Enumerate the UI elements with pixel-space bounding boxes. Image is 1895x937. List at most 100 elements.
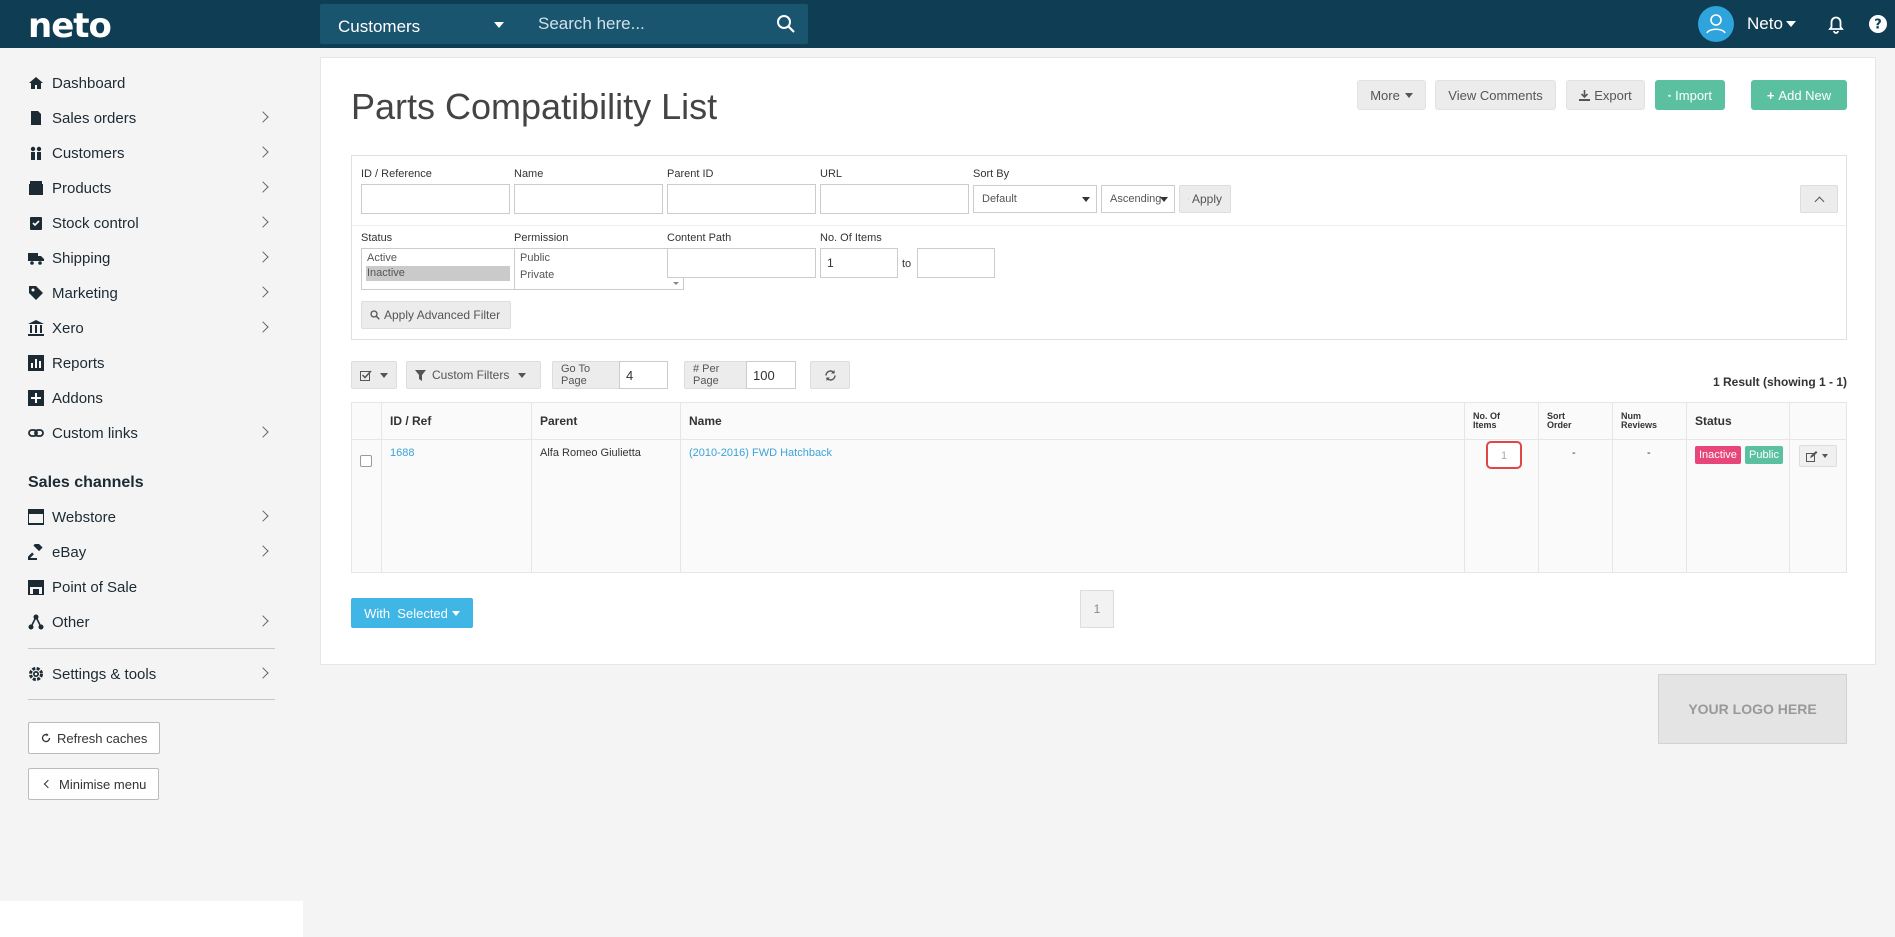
no-of-items-to-input[interactable] <box>917 248 995 278</box>
sidebar-item-shipping[interactable]: Shipping <box>28 243 275 273</box>
id-reference-input[interactable] <box>361 184 510 214</box>
sidebar-item-other[interactable]: Other <box>28 607 275 637</box>
sidebar-item-label: Settings & tools <box>52 665 157 683</box>
sidebar-item-sales-orders[interactable]: Sales orders <box>28 103 275 133</box>
row-name-link[interactable]: (2010-2016) FWD Hatchback <box>689 447 832 459</box>
column-header-status[interactable]: Status <box>1687 403 1740 439</box>
row-id-link[interactable]: 1688 <box>390 447 414 459</box>
url-input[interactable] <box>820 184 969 214</box>
status-badge-inactive: Inactive <box>1695 446 1741 464</box>
parent-id-input[interactable] <box>667 184 816 214</box>
import-button[interactable]: Import <box>1655 80 1725 110</box>
export-button[interactable]: Export <box>1566 80 1645 110</box>
column-header-no-of-items[interactable]: No. Of Items <box>1465 403 1508 439</box>
chevron-up-icon <box>1814 196 1824 206</box>
chevron-right-icon <box>257 111 269 123</box>
chevron-down-icon <box>380 372 388 378</box>
sidebar-item-stock-control[interactable]: Stock control <box>28 208 275 238</box>
chevron-down-icon <box>518 372 527 378</box>
checkbox-icon <box>360 369 372 381</box>
network-icon <box>28 614 44 630</box>
store-icon <box>28 580 44 595</box>
refresh-caches-button[interactable]: Refresh caches <box>28 722 161 754</box>
search-icon <box>370 310 380 320</box>
filter-icon <box>415 369 426 381</box>
view-comments-button[interactable]: View Comments <box>1435 80 1556 110</box>
help-icon[interactable]: ? <box>1866 12 1890 36</box>
status-option-inactive[interactable]: Inactive <box>366 266 510 281</box>
no-of-items-from-input[interactable]: 1 <box>820 248 898 278</box>
user-menu[interactable]: Neto <box>1747 14 1783 34</box>
sidebar-item-label: Marketing <box>52 284 118 302</box>
sort-direction-value: Ascending <box>1110 193 1162 205</box>
no-of-items-cell[interactable]: 1 <box>1486 441 1522 469</box>
bulk-select-dropdown[interactable] <box>351 361 397 389</box>
user-icon <box>1706 14 1726 34</box>
column-header-id[interactable]: ID / Ref <box>382 403 439 439</box>
search-icon[interactable] <box>776 14 796 34</box>
url-label: URL <box>820 168 843 180</box>
pagination-page-1[interactable]: 1 <box>1080 590 1114 628</box>
apply-advanced-filter-button[interactable]: Apply Advanced Filter <box>361 301 511 329</box>
id-reference-label: ID / Reference <box>361 168 432 180</box>
bell-icon[interactable] <box>1824 12 1848 36</box>
refresh-button[interactable] <box>810 361 850 389</box>
custom-filters-dropdown[interactable]: Custom Filters <box>406 361 541 389</box>
permission-listbox[interactable]: Public Private <box>514 248 684 290</box>
go-to-page-label: Go To Page <box>552 361 620 389</box>
sidebar-item-point-of-sale[interactable]: Point of Sale <box>28 572 275 602</box>
sidebar-item-xero[interactable]: Xero <box>28 313 275 343</box>
go-to-page-input[interactable]: 4 <box>619 361 668 389</box>
row-checkbox[interactable] <box>360 455 372 467</box>
row-edit-dropdown[interactable] <box>1799 445 1837 467</box>
user-avatar[interactable] <box>1698 6 1734 42</box>
more-button[interactable]: More <box>1357 80 1426 110</box>
search-input[interactable] <box>520 4 768 44</box>
no-of-items-value: 1 <box>1500 450 1508 462</box>
permission-option-public[interactable]: Public <box>515 251 683 266</box>
chevron-down-icon <box>1822 454 1828 458</box>
with-selected-button[interactable]: With Selected <box>351 598 473 628</box>
sidebar-item-customers[interactable]: Customers <box>28 138 275 168</box>
column-header-num-reviews[interactable]: Num Reviews <box>1613 403 1665 439</box>
header-text: Items <box>1473 420 1497 430</box>
column-header-parent[interactable]: Parent <box>532 403 585 439</box>
column-header-sort-order[interactable]: Sort Order <box>1539 403 1580 439</box>
neto-logo[interactable]: neto <box>28 6 112 46</box>
page-title: Parts Compatibility List <box>351 86 718 127</box>
per-page-input[interactable]: 100 <box>746 361 796 389</box>
sidebar-item-marketing[interactable]: Marketing <box>28 278 275 308</box>
refresh-caches-label: Refresh caches <box>57 730 148 746</box>
sidebar-item-dashboard[interactable]: Dashboard <box>28 68 275 98</box>
search-scope-value: Customers <box>338 17 421 36</box>
add-new-button[interactable]: + Add New <box>1751 80 1847 110</box>
results-table: ID / Ref Parent Name No. Of Items Sort O… <box>351 402 1847 573</box>
sidebar-item-products[interactable]: Products <box>28 173 275 203</box>
sidebar-item-settings-tools[interactable]: Settings & tools <box>28 659 275 689</box>
parent-id-label: Parent ID <box>667 168 714 180</box>
content-path-input[interactable] <box>667 248 816 278</box>
header-text: Reviews <box>1621 420 1658 430</box>
per-page-label: # Per Page <box>684 361 747 389</box>
sidebar-divider <box>28 648 275 649</box>
permission-option-private[interactable]: Private <box>515 268 683 283</box>
status-option-active[interactable]: Active <box>362 251 530 266</box>
status-listbox[interactable]: Active Inactive <box>361 248 531 290</box>
chevron-down-icon[interactable] <box>1786 21 1796 27</box>
collapse-filters-button[interactable] <box>1800 185 1838 213</box>
minimise-menu-button[interactable]: Minimise menu <box>28 768 160 800</box>
search-scope-select[interactable]: Customers <box>320 4 520 44</box>
chevron-left-icon <box>43 779 53 789</box>
name-input[interactable] <box>514 184 663 214</box>
sort-by-select[interactable]: Default <box>973 185 1097 213</box>
apply-button[interactable]: Apply <box>1179 185 1231 213</box>
sidebar-item-webstore[interactable]: Webstore <box>28 502 275 532</box>
sidebar-item-custom-links[interactable]: Custom links <box>28 418 275 448</box>
sidebar-item-addons[interactable]: Addons <box>28 383 275 413</box>
sidebar-item-reports[interactable]: Reports <box>28 348 275 378</box>
sidebar-item-ebay[interactable]: eBay <box>28 537 275 567</box>
sort-direction-select[interactable]: Ascending <box>1101 185 1175 213</box>
sidebar-item-label: Shipping <box>52 249 111 267</box>
column-header-name[interactable]: Name <box>681 403 730 439</box>
name-label: Name <box>514 168 544 180</box>
